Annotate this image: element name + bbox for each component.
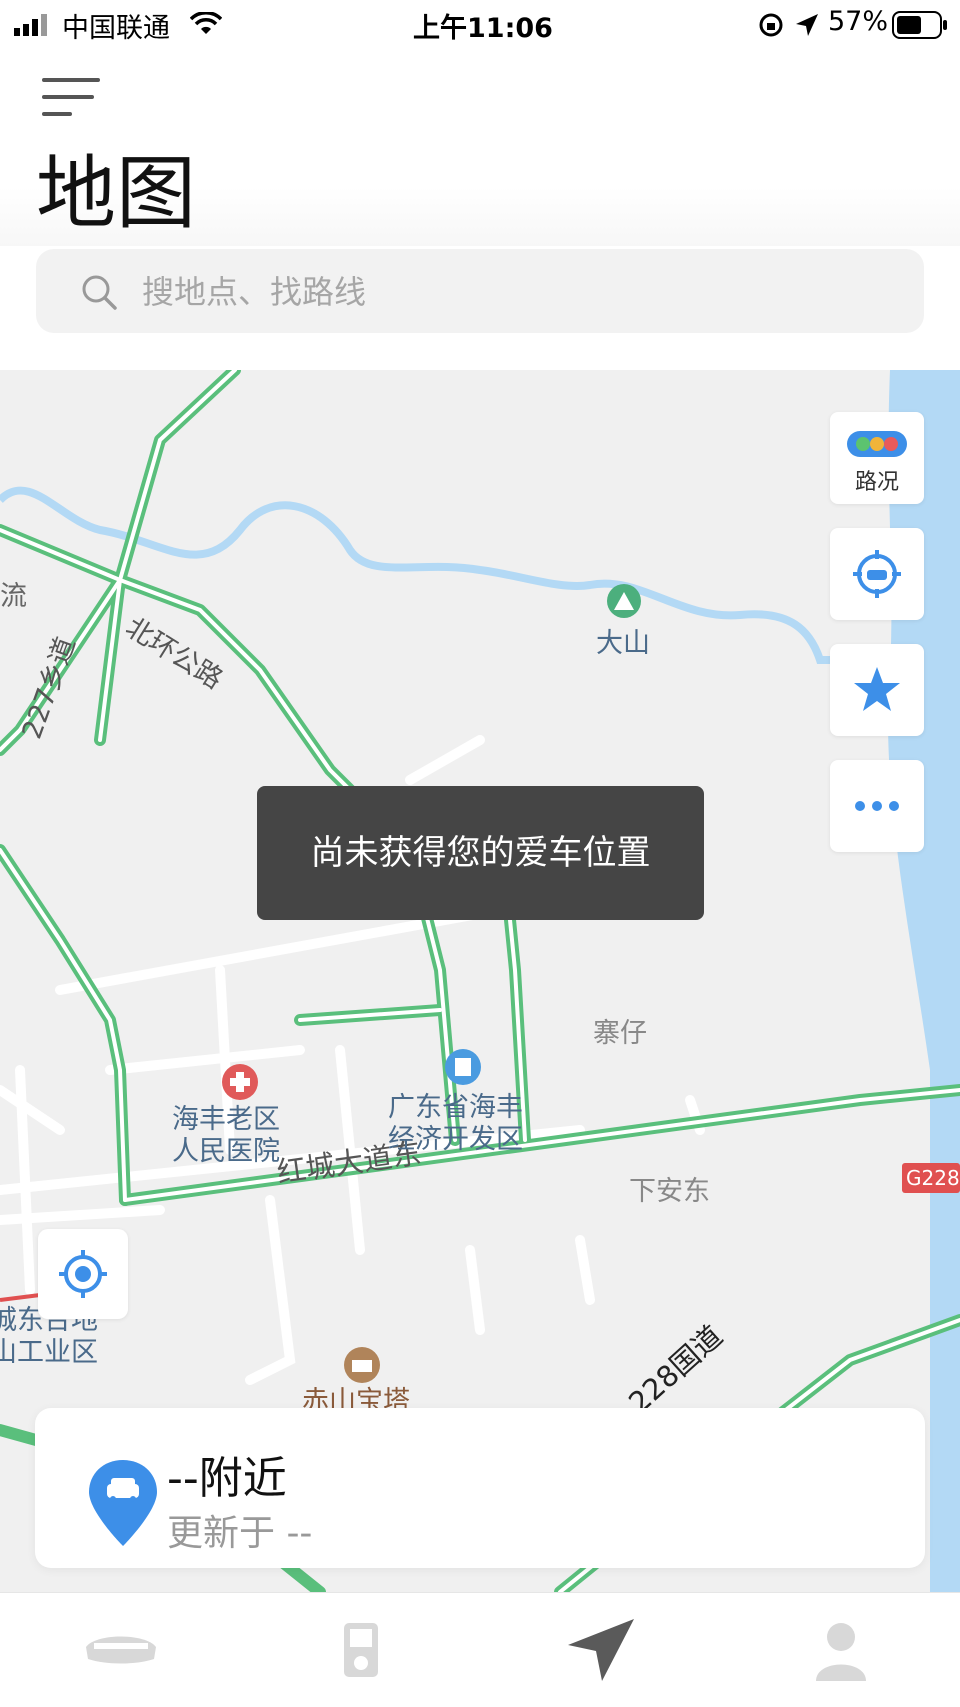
toast-message: 尚未获得您的爱车位置	[257, 786, 704, 920]
tab-car[interactable]	[76, 1607, 166, 1693]
vehicle-location-card[interactable]: --附近 更新于 --	[35, 1408, 925, 1568]
signal-icon	[14, 14, 47, 36]
road-badge-g228: G228	[906, 1166, 960, 1190]
place-label-liu: 流	[0, 581, 27, 612]
place-label-dashan: 大山	[596, 628, 650, 659]
tab-me[interactable]	[796, 1607, 886, 1693]
tab-map[interactable]	[556, 1607, 646, 1693]
vehicle-location-text: --附近	[167, 1453, 287, 1504]
search-bar[interactable]	[36, 249, 924, 333]
rotation-lock-icon	[759, 13, 783, 37]
place-label-zhaizai: 寨仔	[593, 1018, 647, 1049]
battery-percent: 57%	[828, 6, 889, 37]
locate-crosshair-icon	[59, 1250, 107, 1298]
vehicle-updated-text: 更新于 --	[167, 1513, 313, 1554]
tab-device[interactable]	[316, 1607, 406, 1693]
menu-icon-line	[42, 95, 94, 99]
person-icon	[816, 1623, 866, 1681]
place-label-xiaandong: 下安东	[629, 1176, 710, 1207]
favorites-button[interactable]	[830, 644, 924, 736]
car-pin-icon	[89, 1460, 157, 1546]
poi-label-hospital: 海丰老区 人民医院	[172, 1104, 280, 1167]
clock: 上午11:06	[413, 13, 553, 44]
carrier-name: 中国联通	[62, 13, 170, 44]
page-title: 地图	[36, 147, 196, 240]
search-input[interactable]	[140, 263, 884, 321]
navigation-arrow-icon	[568, 1619, 634, 1681]
car-target-icon	[853, 550, 901, 598]
search-icon	[82, 275, 117, 310]
traffic-toggle-button[interactable]: 路况	[830, 412, 924, 504]
menu-button[interactable]	[42, 74, 104, 120]
my-location-button[interactable]	[38, 1229, 128, 1319]
traffic-light-icon	[847, 431, 907, 457]
star-icon	[854, 667, 900, 711]
tab-bar	[0, 1592, 960, 1707]
battery-icon	[892, 11, 947, 39]
status-bar: 中国联通 上午11:06 57%	[0, 0, 960, 50]
menu-icon	[42, 78, 100, 82]
wifi-icon	[190, 12, 222, 34]
location-arrow-icon	[796, 14, 818, 36]
car-locate-button[interactable]	[830, 528, 924, 620]
more-button[interactable]	[830, 760, 924, 852]
menu-icon-line	[42, 112, 72, 116]
car-front-icon	[86, 1636, 156, 1664]
more-dots-icon	[855, 801, 899, 811]
phone-key-icon	[344, 1623, 378, 1677]
poi-label-devzone: 广东省海丰 经济开发区	[388, 1092, 523, 1155]
traffic-label: 路况	[854, 470, 899, 495]
